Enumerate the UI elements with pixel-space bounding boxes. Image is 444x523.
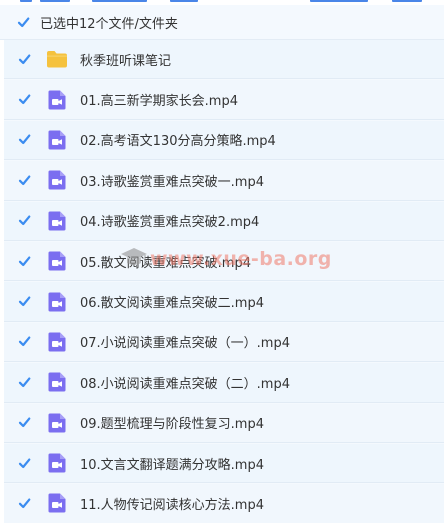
video-file-icon (46, 331, 68, 353)
item-checkbox[interactable] (18, 295, 31, 308)
file-name[interactable]: 05.散文阅读重难点突破.mp4 (80, 252, 251, 271)
file-list: 秋季班听课笔记 01.高三新学期家长会.mp4 02.高考语文130分高分策略.mp… (4, 40, 444, 523)
file-name[interactable]: 08.小说阅读重难点突破（二）.mp4 (80, 373, 290, 392)
item-checkbox[interactable] (18, 214, 31, 227)
file-name[interactable]: 04.诗歌鉴赏重难点突破2.mp4 (80, 211, 259, 230)
file-name[interactable]: 10.文言文翻译题满分攻略.mp4 (80, 454, 264, 473)
file-row[interactable]: 06.散文阅读重难点突破二.mp4 (4, 282, 444, 322)
file-name[interactable]: 02.高考语文130分高分策略.mp4 (80, 130, 276, 149)
file-row[interactable]: 04.诗歌鉴赏重难点突破2.mp4 (4, 201, 444, 241)
video-file-icon (46, 412, 68, 434)
file-row[interactable]: 02.高考语文130分高分策略.mp4 (4, 120, 444, 161)
video-file-icon (46, 452, 68, 474)
video-file-icon (46, 89, 68, 111)
item-checkbox[interactable] (18, 376, 31, 389)
file-name[interactable]: 03.诗歌鉴赏重难点突破一.mp4 (80, 171, 264, 190)
file-name[interactable]: 09.题型梳理与阶段性复习.mp4 (80, 413, 264, 432)
file-name[interactable]: 07.小说阅读重难点突破（一）.mp4 (80, 332, 290, 351)
video-file-icon (46, 169, 68, 191)
folder-icon (46, 48, 68, 70)
item-checkbox[interactable] (18, 174, 31, 187)
file-row[interactable]: 05.散文阅读重难点突破.mp4 (4, 241, 444, 282)
file-row[interactable]: 09.题型梳理与阶段性复习.mp4 (4, 403, 444, 443)
item-checkbox[interactable] (18, 133, 31, 146)
item-checkbox[interactable] (18, 53, 31, 66)
item-checkbox[interactable] (18, 497, 31, 510)
file-row[interactable]: 03.诗歌鉴赏重难点突破一.mp4 (4, 161, 444, 201)
item-checkbox[interactable] (18, 93, 31, 106)
file-row[interactable]: 10.文言文翻译题满分攻略.mp4 (4, 443, 444, 484)
video-file-icon (46, 371, 68, 393)
item-checkbox[interactable] (18, 335, 31, 348)
item-checkbox[interactable] (18, 255, 31, 268)
video-file-icon (46, 250, 68, 272)
file-name[interactable]: 秋季班听课笔记 (80, 50, 171, 69)
video-file-icon (46, 210, 68, 232)
folder-row[interactable]: 秋季班听课笔记 (4, 40, 444, 80)
video-file-icon (46, 129, 68, 151)
selection-summary: 已选中12个文件/文件夹 (40, 16, 178, 32)
select-all-checkbox[interactable] (17, 16, 30, 29)
file-row[interactable]: 11.人物传记阅读核心方法.mp4 (4, 484, 444, 523)
file-row[interactable]: 07.小说阅读重难点突破（一）.mp4 (4, 322, 444, 363)
file-name[interactable]: 06.散文阅读重难点突破二.mp4 (80, 292, 264, 311)
selection-header: 已选中12个文件/文件夹 (0, 5, 444, 40)
file-row[interactable]: 01.高三新学期家长会.mp4 (4, 80, 444, 120)
item-checkbox[interactable] (18, 457, 31, 470)
video-file-icon (46, 291, 68, 313)
file-name[interactable]: 01.高三新学期家长会.mp4 (80, 90, 238, 109)
item-checkbox[interactable] (18, 416, 31, 429)
file-row[interactable]: 08.小说阅读重难点突破（二）.mp4 (4, 363, 444, 403)
video-file-icon (46, 492, 68, 514)
file-name[interactable]: 11.人物传记阅读核心方法.mp4 (80, 494, 264, 513)
